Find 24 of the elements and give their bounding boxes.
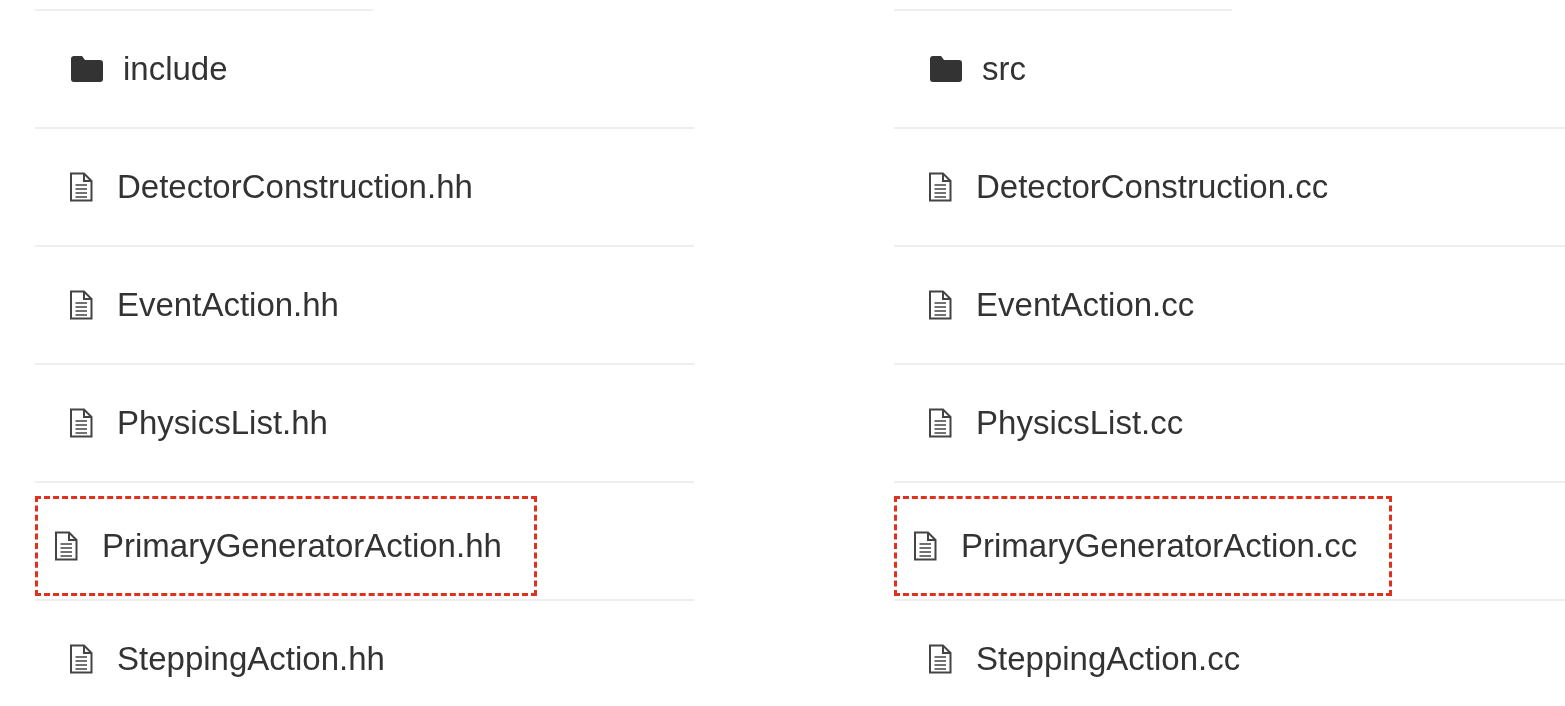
file-icon bbox=[69, 644, 93, 674]
folder-icon bbox=[928, 55, 964, 83]
file-icon bbox=[54, 531, 78, 561]
file-icon bbox=[69, 290, 93, 320]
file-name[interactable]: SteppingAction.hh bbox=[117, 640, 385, 678]
file-name[interactable]: DetectorConstruction.hh bbox=[117, 168, 473, 206]
file-icon bbox=[928, 408, 952, 438]
file-name[interactable]: PhysicsList.cc bbox=[976, 404, 1184, 442]
file-name[interactable]: EventAction.cc bbox=[976, 286, 1195, 324]
file-name[interactable]: SteppingAction.cc bbox=[976, 640, 1241, 678]
file-name[interactable]: PhysicsList.hh bbox=[117, 404, 328, 442]
folder-name[interactable]: include bbox=[123, 50, 228, 88]
file-name[interactable]: PrimaryGeneratorAction.hh bbox=[102, 527, 502, 565]
file-icon bbox=[928, 290, 952, 320]
file-icon bbox=[928, 172, 952, 202]
file-icon bbox=[69, 408, 93, 438]
file-name[interactable]: DetectorConstruction.cc bbox=[976, 168, 1329, 206]
folder-name[interactable]: src bbox=[982, 50, 1026, 88]
folder-icon bbox=[69, 55, 105, 83]
file-name[interactable]: EventAction.hh bbox=[117, 286, 339, 324]
file-icon bbox=[913, 531, 937, 561]
file-icon bbox=[69, 172, 93, 202]
file-name[interactable]: PrimaryGeneratorAction.cc bbox=[961, 527, 1358, 565]
file-icon bbox=[928, 644, 952, 674]
